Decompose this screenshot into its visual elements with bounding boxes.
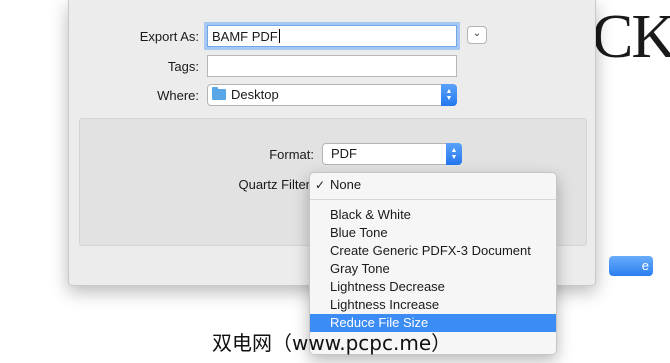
where-label: Where:: [157, 88, 199, 103]
export-as-field[interactable]: BAMF PDF: [207, 25, 457, 47]
menu-separator: [310, 199, 556, 200]
background-document-text: CK: [592, 3, 670, 71]
popup-stepper-icon: ▲ ▼: [446, 143, 462, 165]
save-button[interactable]: e: [609, 256, 653, 276]
quartz-filter-label: Quartz Filter: [238, 177, 310, 192]
menu-item-lightness-increase[interactable]: Lightness Increase: [310, 296, 556, 314]
export-as-value: BAMF PDF: [212, 29, 278, 44]
format-label: Format:: [269, 147, 314, 162]
folder-icon: [212, 87, 226, 100]
menu-item-none[interactable]: ✓ None: [310, 176, 556, 194]
checkmark-icon: ✓: [315, 178, 326, 192]
menu-item-create-pdfx3[interactable]: Create Generic PDFX-3 Document: [310, 242, 556, 260]
menu-item-black-white[interactable]: Black & White: [310, 206, 556, 224]
menu-item-blue-tone[interactable]: Blue Tone: [310, 224, 556, 242]
where-popup[interactable]: Desktop ▲ ▼: [207, 84, 457, 106]
save-button-label: e: [641, 258, 649, 273]
menu-item-gray-tone[interactable]: Gray Tone: [310, 260, 556, 278]
expand-dialog-button[interactable]: ⌄: [467, 26, 487, 44]
text-caret: [278, 29, 280, 43]
popup-stepper-icon: ▲ ▼: [441, 84, 457, 106]
menu-item-lightness-decrease[interactable]: Lightness Decrease: [310, 278, 556, 296]
where-value: Desktop: [231, 87, 279, 102]
watermark: 双电网（www.pcpc.me）: [212, 331, 452, 355]
tags-field[interactable]: [207, 55, 457, 77]
chevron-down-icon: ⌄: [472, 28, 482, 39]
tags-label: Tags:: [167, 59, 199, 74]
format-value: PDF: [331, 146, 357, 161]
export-as-label: Export As:: [139, 29, 199, 44]
format-popup[interactable]: PDF ▲ ▼: [322, 143, 462, 165]
